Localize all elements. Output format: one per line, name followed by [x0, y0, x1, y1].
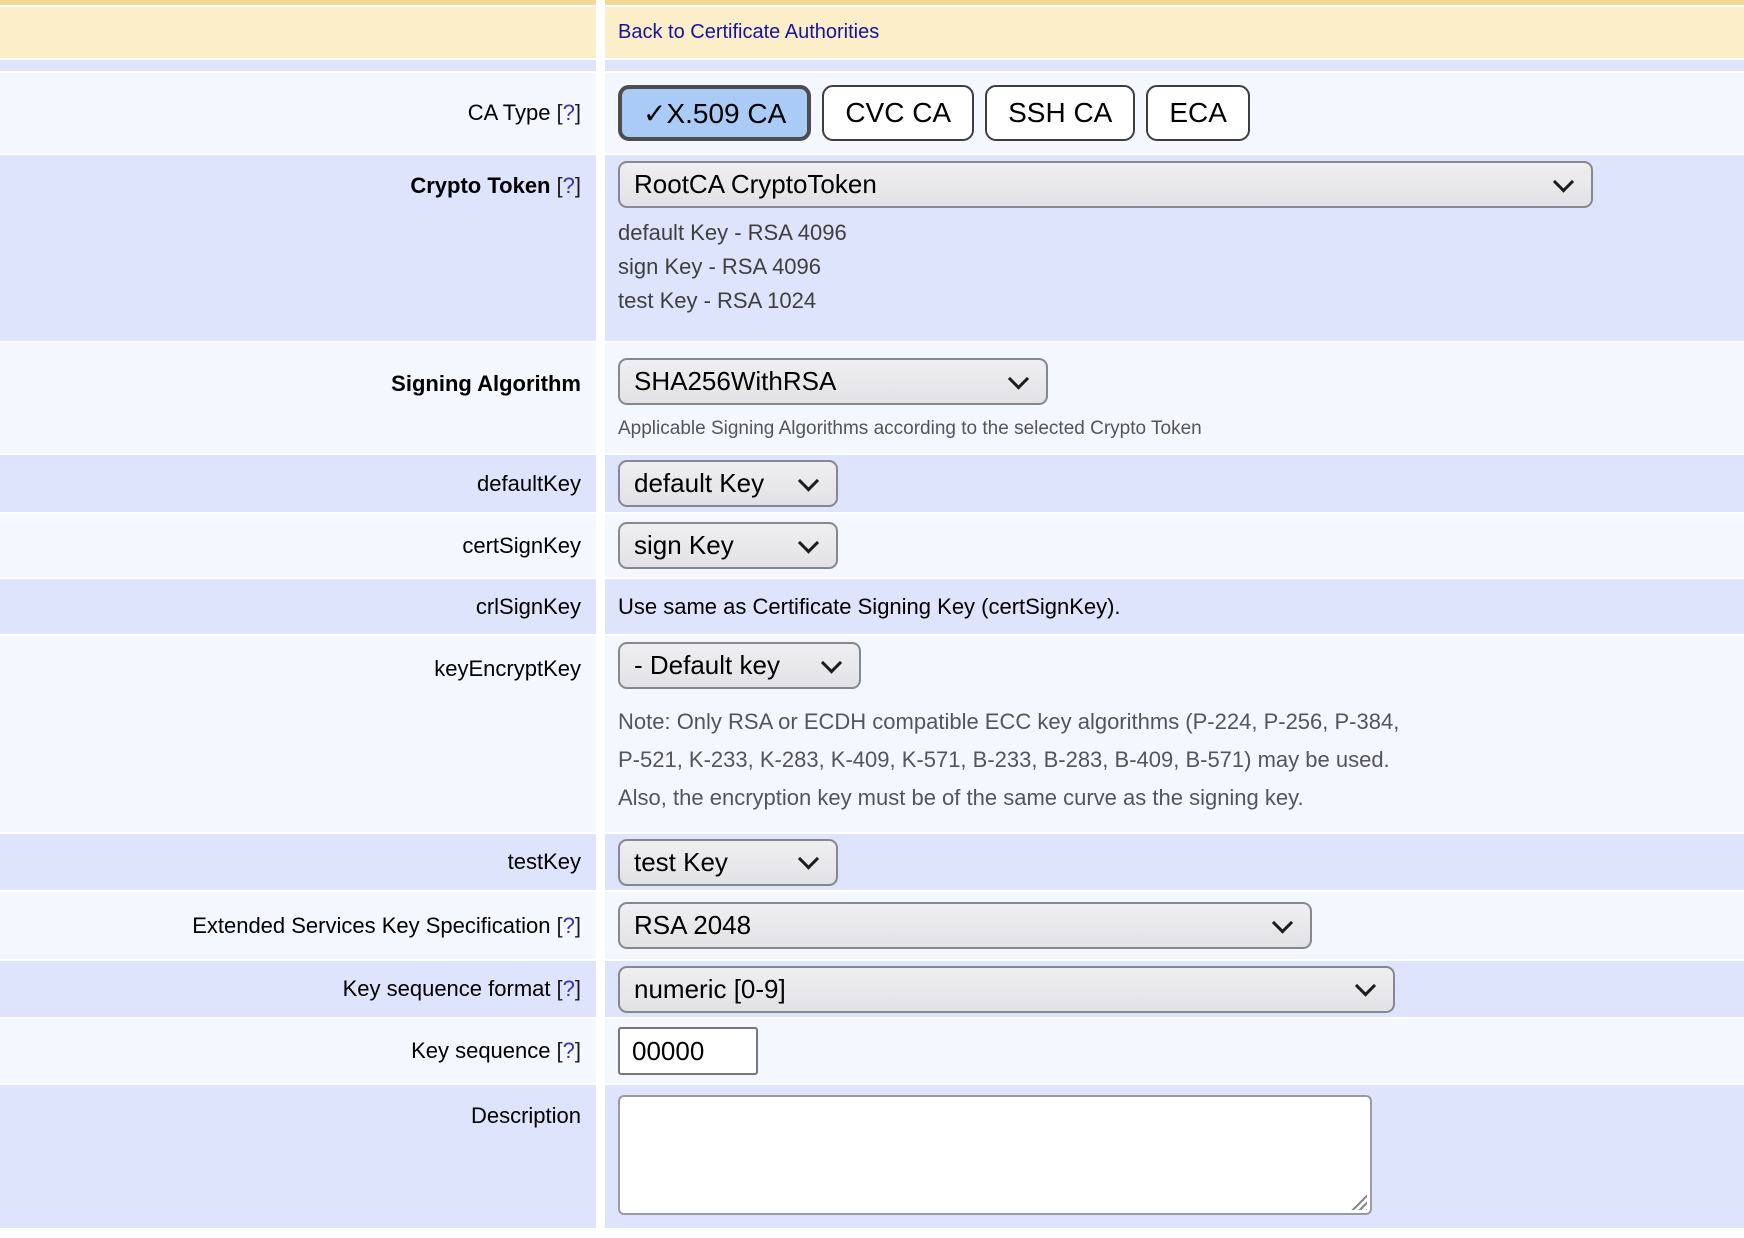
chevron-down-icon — [821, 652, 842, 673]
description-textarea[interactable] — [618, 1095, 1372, 1215]
test-key-select[interactable]: test Key — [618, 839, 838, 886]
default-key-select[interactable]: default Key — [618, 460, 838, 507]
row-cert-sign-key: certSignKey sign Key — [0, 514, 1744, 577]
chevron-down-icon — [1355, 975, 1376, 996]
cert-sign-key-select-value: sign Key — [634, 530, 734, 561]
cert-sign-key-label: certSignKey — [462, 533, 581, 559]
ca-type-x509-button[interactable]: ✓X.509 CA — [618, 85, 811, 141]
key-sequence-input[interactable] — [618, 1027, 758, 1075]
extended-services-key-spec-select-value: RSA 2048 — [634, 910, 751, 941]
signing-algorithm-note: Applicable Signing Algorithms according … — [618, 418, 1744, 440]
key-encrypt-key-select-value: - Default key — [634, 650, 780, 681]
extended-services-key-spec-label: Extended Services Key Specification — [192, 913, 550, 939]
note-line: Also, the encryption key must be of the … — [618, 779, 1744, 817]
chevron-down-icon — [1008, 368, 1029, 389]
key-sequence-format-help-link[interactable]: [?] — [557, 976, 582, 1002]
chevron-down-icon — [1272, 912, 1293, 933]
crypto-token-help-link[interactable]: [?] — [557, 173, 582, 199]
ca-type-ssh-button[interactable]: SSH CA — [985, 85, 1135, 141]
row-default-key: defaultKey default Key — [0, 455, 1744, 512]
key-sequence-help-link[interactable]: [?] — [557, 1038, 582, 1064]
row-key-encrypt-key: keyEncryptKey - Default key Note: Only R… — [0, 636, 1744, 832]
signing-algorithm-select-value: SHA256WithRSA — [634, 366, 836, 397]
chevron-down-icon — [1553, 171, 1574, 192]
ca-type-eca-button[interactable]: ECA — [1146, 85, 1250, 141]
ca-type-button-group: ✓X.509 CA CVC CA SSH CA ECA — [618, 85, 1250, 141]
chevron-down-icon — [798, 848, 819, 869]
row-test-key: testKey test Key — [0, 834, 1744, 890]
back-to-certificate-authorities-link[interactable]: Back to Certificate Authorities — [618, 21, 879, 44]
key-encrypt-key-select[interactable]: - Default key — [618, 642, 861, 689]
crl-sign-key-label: crlSignKey — [476, 594, 581, 620]
extended-services-key-spec-help-link[interactable]: [?] — [557, 913, 582, 939]
key-info-line: default Key - RSA 4096 — [618, 216, 1744, 250]
row-key-sequence: Key sequence [?] — [0, 1019, 1744, 1083]
signing-algorithm-label: Signing Algorithm — [391, 371, 581, 397]
note-line: Note: Only RSA or ECDH compatible ECC ke… — [618, 703, 1744, 741]
key-sequence-label: Key sequence — [411, 1038, 550, 1064]
ca-type-cvc-button[interactable]: CVC CA — [822, 85, 974, 141]
chevron-down-icon — [798, 532, 819, 553]
crypto-token-label: Crypto Token — [410, 173, 550, 199]
key-info-line: sign Key - RSA 4096 — [618, 250, 1744, 284]
row-extended-services-key-spec: Extended Services Key Specification [?] … — [0, 892, 1744, 959]
table-top-border — [0, 0, 1744, 5]
key-encrypt-key-note: Note: Only RSA or ECDH compatible ECC ke… — [618, 703, 1744, 817]
row-description: Description — [0, 1085, 1744, 1228]
cert-sign-key-select[interactable]: sign Key — [618, 522, 838, 569]
key-sequence-format-label: Key sequence format — [343, 976, 551, 1002]
test-key-label: testKey — [508, 849, 581, 875]
signing-algorithm-select[interactable]: SHA256WithRSA — [618, 358, 1048, 405]
default-key-select-value: default Key — [634, 468, 764, 499]
test-key-select-value: test Key — [634, 847, 728, 878]
crypto-token-select-value: RootCA CryptoToken — [634, 169, 877, 200]
crl-sign-key-text: Use same as Certificate Signing Key (cer… — [618, 594, 1121, 620]
row-crypto-token: Crypto Token [?] RootCA CryptoToken defa… — [0, 155, 1744, 341]
extended-services-key-spec-select[interactable]: RSA 2048 — [618, 902, 1312, 949]
row-key-sequence-format: Key sequence format [?] numeric [0-9] — [0, 961, 1744, 1017]
ca-type-help-link[interactable]: [?] — [557, 100, 582, 126]
key-sequence-format-select-value: numeric [0-9] — [634, 974, 786, 1005]
description-textarea-wrap — [618, 1095, 1372, 1215]
chevron-down-icon — [798, 470, 819, 491]
description-label: Description — [471, 1103, 581, 1129]
edit-ca-form: Back to Certificate Authorities CA Type … — [0, 0, 1744, 1228]
ca-type-label: CA Type — [468, 100, 551, 126]
default-key-label: defaultKey — [477, 471, 581, 497]
crypto-token-select[interactable]: RootCA CryptoToken — [618, 161, 1593, 208]
header-row: Back to Certificate Authorities — [0, 7, 1744, 58]
row-signing-algorithm: Signing Algorithm SHA256WithRSA Applicab… — [0, 343, 1744, 453]
row-ca-type: CA Type [?] ✓X.509 CA CVC CA SSH CA ECA — [0, 73, 1744, 153]
spacer-row — [0, 60, 1744, 71]
row-crl-sign-key: crlSignKey Use same as Certificate Signi… — [0, 579, 1744, 634]
key-info-line: test Key - RSA 1024 — [618, 284, 1744, 318]
note-line: P-521, K-233, K-283, K-409, K-571, B-233… — [618, 741, 1744, 779]
key-encrypt-key-label: keyEncryptKey — [434, 656, 581, 682]
key-sequence-format-select[interactable]: numeric [0-9] — [618, 966, 1395, 1013]
crypto-token-available-keys: default Key - RSA 4096 sign Key - RSA 40… — [618, 216, 1744, 318]
